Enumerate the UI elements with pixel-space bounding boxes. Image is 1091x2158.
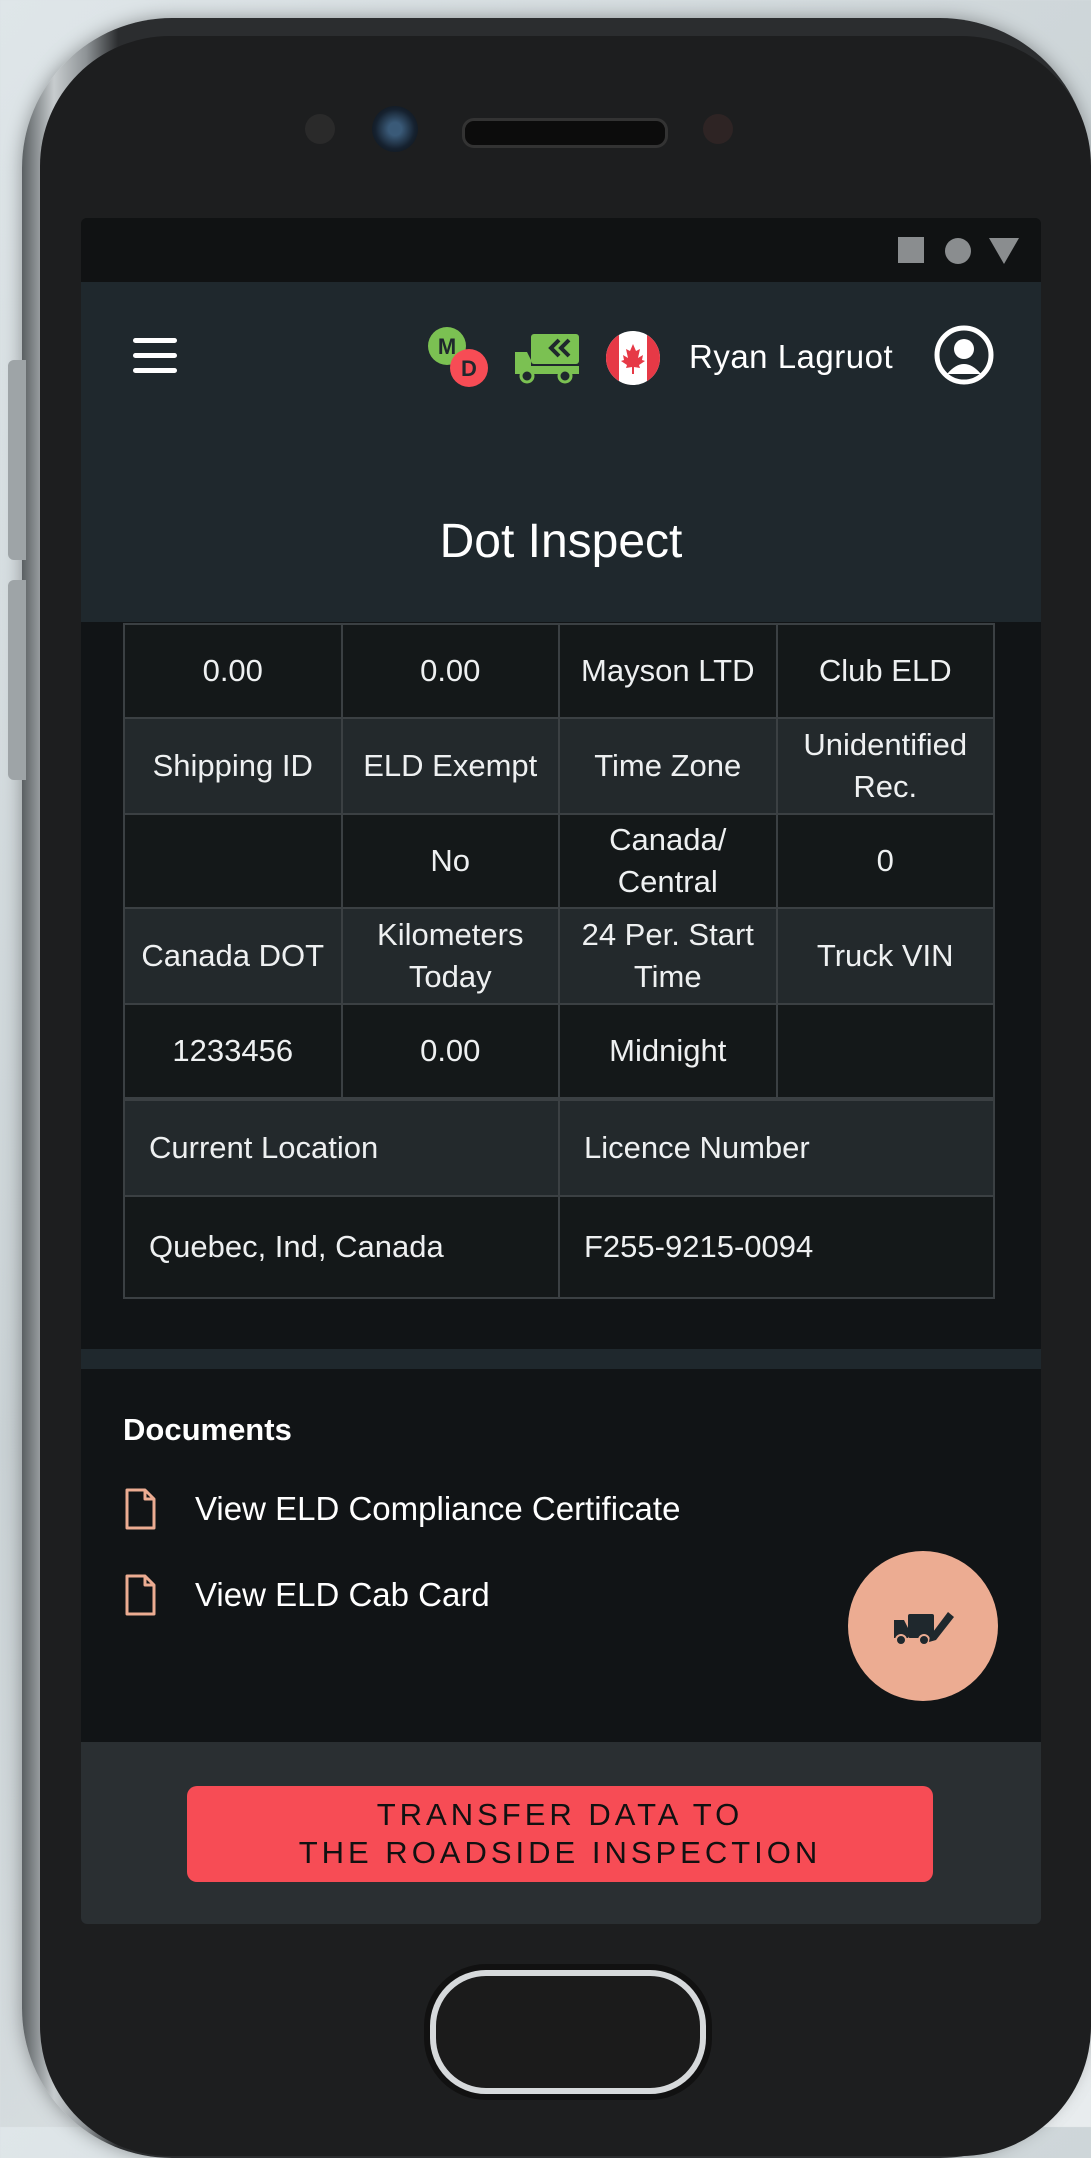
table-cell: Mayson LTD: [558, 623, 778, 719]
table-row: Canada DOT Kilometers Today 24 Per. Start …: [123, 907, 995, 1005]
phone-side-button: [8, 580, 26, 780]
table-header-cell: Shipping ID: [123, 717, 343, 815]
table-cell: Canada/ Central: [558, 813, 778, 909]
bottom-action-bar: TRANSFER DATA TO THE ROADSIDE INSPECTION: [81, 1742, 1041, 1924]
table-header-cell: ELD Exempt: [340, 717, 560, 815]
md-logo-icon[interactable]: M D: [425, 324, 491, 390]
svg-text:M: M: [438, 334, 456, 359]
menu-icon[interactable]: [133, 338, 177, 374]
front-camera: [372, 106, 418, 152]
truck-edit-fab-button[interactable]: [848, 1551, 998, 1701]
table-row: Shipping ID ELD Exempt Time Zone Unidentifi…: [123, 717, 995, 815]
table-header-cell: Time Zone: [558, 717, 778, 815]
table-header-cell: Licence Number: [558, 1099, 995, 1197]
table-row: Quebec, Ind, Canada F255-9215-0094: [123, 1195, 995, 1299]
table-cell: Quebec, Ind, Canada: [123, 1195, 560, 1299]
earpiece-speaker: [462, 118, 668, 148]
table-cell: 0.00: [123, 623, 343, 719]
app-header: M D Ryan Lagruot Dot Inspect: [81, 282, 1041, 622]
phone-side-button: [8, 360, 26, 560]
document-link-label[interactable]: View ELD Cab Card: [195, 1576, 490, 1614]
table-header-cell: 24 Per. Start Time: [558, 907, 778, 1005]
document-icon: [125, 1488, 156, 1530]
table-row: 1233456 0.00 Midnight: [123, 1003, 995, 1099]
app-screen: M D Ryan Lagruot Dot Inspect 0.00 0.00 M…: [81, 218, 1041, 1924]
table-header-cell: Current Location: [123, 1099, 560, 1197]
table-cell: 0.00: [340, 623, 560, 719]
table-header-cell: Unidentified Rec.: [775, 717, 995, 815]
table-header-cell: Truck VIN: [775, 907, 995, 1005]
page-title: Dot Inspect: [439, 515, 683, 568]
circle-icon: [945, 238, 971, 264]
user-name[interactable]: Ryan Lagruot: [689, 338, 893, 376]
inspection-table: 0.00 0.00 Mayson LTD Club ELD Shipping ID ELD…: [123, 623, 995, 1299]
canada-flag-icon[interactable]: [605, 330, 661, 386]
square-icon: [898, 237, 924, 263]
table-header-cell: Canada DOT: [123, 907, 343, 1005]
sensor-dot: [305, 114, 335, 144]
truck-icon[interactable]: [513, 332, 581, 384]
transfer-data-button[interactable]: TRANSFER DATA TO THE ROADSIDE INSPECTION: [187, 1786, 933, 1882]
home-button[interactable]: [430, 1970, 706, 2094]
table-cell: No: [340, 813, 560, 909]
svg-text:D: D: [461, 356, 477, 381]
table-cell: F255-9215-0094: [558, 1195, 995, 1299]
documents-title: Documents: [123, 1412, 292, 1447]
table-cell: [775, 1003, 995, 1099]
table-cell: Club ELD: [775, 623, 995, 719]
table-row: No Canada/ Central 0: [123, 813, 995, 909]
document-icon: [125, 1574, 156, 1616]
table-row: 0.00 0.00 Mayson LTD Club ELD: [123, 623, 995, 719]
document-link-label[interactable]: View ELD Compliance Certificate: [195, 1490, 680, 1528]
table-cell: 1233456: [123, 1003, 343, 1099]
table-row: Current Location Licence Number: [123, 1099, 995, 1197]
table-cell: [123, 813, 343, 909]
table-cell: 0.00: [340, 1003, 560, 1099]
truck-edit-icon: [894, 1612, 954, 1646]
user-avatar-icon[interactable]: [933, 324, 995, 386]
table-cell: Midnight: [558, 1003, 778, 1099]
table-header-cell: Kilometers Today: [340, 907, 560, 1005]
proximity-sensor: [703, 114, 733, 144]
status-bar: [81, 218, 1041, 282]
triangle-icon: [989, 238, 1019, 264]
table-cell: 0: [775, 813, 995, 909]
document-link-cab-card[interactable]: View ELD Cab Card: [123, 1570, 490, 1620]
document-link-compliance-certificate[interactable]: View ELD Compliance Certificate: [123, 1484, 680, 1534]
section-divider: [81, 1349, 1041, 1369]
